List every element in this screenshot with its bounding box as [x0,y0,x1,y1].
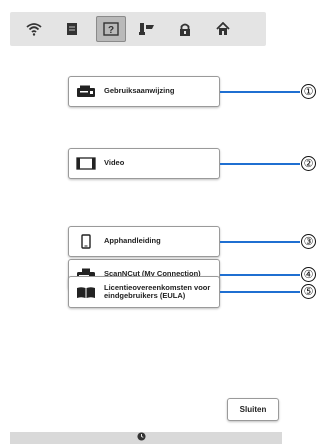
bottom-status-bar [10,432,282,444]
video-button[interactable]: Video [68,148,220,179]
callout-line-5 [220,291,300,293]
app-guide-label: Apphandleiding [104,236,161,246]
top-toolbar: ? [10,12,266,46]
close-button[interactable]: Sluiten [227,398,279,421]
home-icon[interactable] [211,17,235,41]
book-icon [76,285,96,299]
callout-line-4 [220,274,300,276]
clock-icon[interactable] [137,428,146,441]
callout-number-1: ① [301,84,316,99]
lock-icon[interactable] [173,17,197,41]
tools-icon[interactable] [135,17,159,41]
wifi-icon[interactable] [22,17,46,41]
help-icon[interactable]: ? [96,16,126,42]
document-icon[interactable] [60,17,84,41]
phone-icon [76,234,96,249]
callout-number-4: ④ [301,267,316,282]
callout-number-2: ② [301,156,316,171]
app-guide-button[interactable]: Apphandleiding [68,226,220,257]
eula-label: Licentieovereenkomsten voor eindgebruike… [104,282,211,300]
printer-icon [76,85,96,99]
manual-button[interactable]: Gebruiksaanwijzing [68,76,220,107]
callout-number-5: ⑤ [301,284,316,299]
callout-number-3: ③ [301,234,316,249]
eula-button[interactable]: Licentieovereenkomsten voor eindgebruike… [68,276,220,308]
video-label: Video [104,158,125,168]
callout-line-2 [220,163,300,165]
film-icon [76,157,96,171]
svg-text:?: ? [108,25,114,36]
callout-line-1 [220,91,300,93]
manual-label: Gebruiksaanwijzing [104,86,175,96]
callout-line-3 [220,241,300,243]
